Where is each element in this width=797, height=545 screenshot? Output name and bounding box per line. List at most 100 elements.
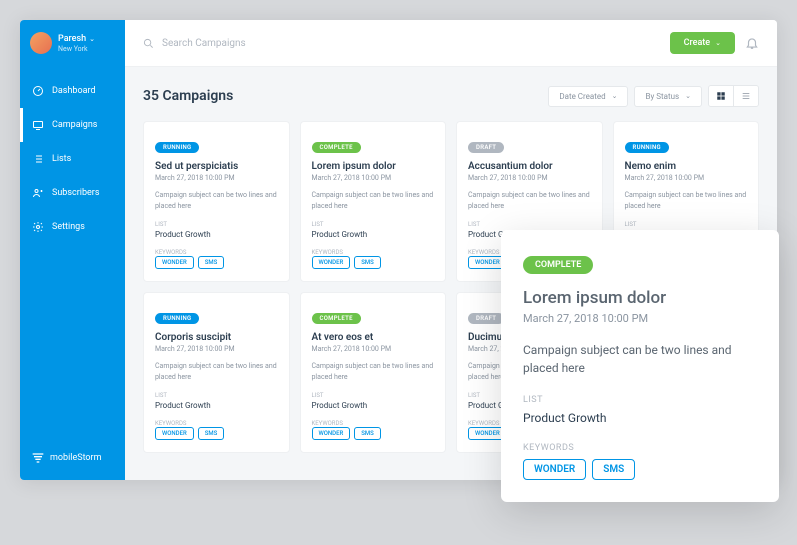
- list-value: Product Growth: [155, 230, 278, 239]
- filter-date[interactable]: Date Created ⌄: [548, 86, 628, 107]
- filter-status-label: By Status: [645, 92, 679, 101]
- keyword-tag[interactable]: SMS: [354, 427, 381, 440]
- detail-description: Campaign subject can be two lines and pl…: [523, 341, 757, 377]
- keyword-tag[interactable]: SMS: [198, 256, 225, 269]
- users-icon: [32, 187, 44, 199]
- tornado-icon: [30, 450, 46, 466]
- card-date: March 27, 2018 10:00 PM: [468, 174, 591, 182]
- card-title: Nemo enim: [625, 161, 748, 172]
- card-title: Corporis suscipit: [155, 332, 278, 343]
- profile-name: Paresh ⌄: [58, 34, 95, 44]
- card-date: March 27, 2018 10:00 PM: [312, 345, 435, 353]
- list-label: LIST: [312, 392, 435, 399]
- keyword-tag[interactable]: WONDER: [312, 256, 351, 269]
- gauge-icon: [32, 85, 44, 97]
- tags-row: WONDER SMS: [155, 256, 278, 269]
- list-label: LIST: [155, 392, 278, 399]
- nav-settings[interactable]: Settings: [20, 210, 125, 244]
- keyword-tag[interactable]: SMS: [592, 459, 635, 480]
- list-label: LIST: [625, 221, 748, 228]
- profile-info: Paresh ⌄ New York: [58, 34, 95, 53]
- chevron-down-icon: ⌄: [685, 92, 691, 100]
- card-description: Campaign subject can be two lines and pl…: [468, 190, 591, 211]
- keywords-label: KEYWORDS: [155, 249, 278, 256]
- keyword-tag[interactable]: WONDER: [312, 427, 351, 440]
- card-title: At vero eos et: [312, 332, 435, 343]
- search-icon: [143, 38, 154, 49]
- chevron-down-icon: ⌄: [715, 39, 721, 47]
- detail-list-label: LIST: [523, 395, 757, 405]
- detail-keywords-label: KEYWORDS: [523, 443, 757, 453]
- list-view-button[interactable]: [734, 86, 758, 106]
- card-date: March 27, 2018 10:00 PM: [155, 174, 278, 182]
- tags-row: WONDERSMS: [312, 427, 435, 440]
- nav-lists[interactable]: Lists: [20, 142, 125, 176]
- chevron-down-icon: ⌄: [612, 92, 618, 100]
- card-description: Campaign subject can be two lines and pl…: [312, 190, 435, 211]
- brand: mobileStorm: [20, 436, 125, 480]
- tags-row: WONDERSMS: [312, 256, 435, 269]
- card-date: March 27, 2018 10:00 PM: [155, 345, 278, 353]
- profile-name-text: Paresh: [58, 34, 86, 44]
- keyword-tag[interactable]: SMS: [198, 427, 225, 440]
- nav-campaigns[interactable]: Campaigns: [20, 108, 125, 142]
- topbar: Search Campaigns Create ⌄: [125, 20, 777, 67]
- create-button[interactable]: Create ⌄: [670, 32, 735, 54]
- sidebar: Paresh ⌄ New York Dashboard Campaigns Li…: [20, 20, 125, 480]
- filters: Date Created ⌄ By Status ⌄: [548, 85, 759, 107]
- card-description: Campaign subject can be two lines and pl…: [625, 190, 748, 211]
- view-toggle: [708, 85, 759, 107]
- campaign-card[interactable]: COMPLETE At vero eos et March 27, 2018 10:…: [300, 292, 447, 453]
- keyword-tag[interactable]: WONDER: [155, 256, 194, 269]
- profile[interactable]: Paresh ⌄ New York: [20, 20, 125, 66]
- list-label: LIST: [468, 221, 591, 228]
- search-input[interactable]: Search Campaigns: [143, 38, 660, 49]
- profile-location: New York: [58, 45, 95, 53]
- keywords-label: KEYWORDS: [155, 420, 278, 427]
- card-date: March 27, 2018 10:00 PM: [312, 174, 435, 182]
- card-date: March 27, 2018 10:00 PM: [625, 174, 748, 182]
- chevron-down-icon: ⌄: [89, 35, 95, 43]
- keyword-tag[interactable]: SMS: [354, 256, 381, 269]
- status-badge: RUNNING: [155, 142, 199, 153]
- search-placeholder: Search Campaigns: [162, 38, 246, 49]
- monitor-icon: [32, 119, 44, 131]
- list-value: Product Growth: [312, 230, 435, 239]
- nav-label: Campaigns: [52, 120, 97, 130]
- filter-date-label: Date Created: [559, 92, 605, 101]
- bell-icon[interactable]: [745, 36, 759, 50]
- list-value: Product Growth: [155, 401, 278, 410]
- create-label: Create: [684, 38, 710, 48]
- gear-icon: [32, 221, 44, 233]
- keywords-label: KEYWORDS: [312, 249, 435, 256]
- nav-subscribers[interactable]: Subscribers: [20, 176, 125, 210]
- status-badge: DRAFT: [468, 313, 504, 324]
- detail-panel: COMPLETE Lorem ipsum dolor March 27, 201…: [501, 230, 779, 502]
- detail-date: March 27, 2018 10:00 PM: [523, 312, 757, 325]
- nav-label: Dashboard: [52, 86, 96, 96]
- page-title: 35 Campaigns: [143, 88, 233, 104]
- detail-list-value: Product Growth: [523, 411, 757, 425]
- keywords-label: KEYWORDS: [312, 420, 435, 427]
- avatar: [30, 32, 52, 54]
- grid-view-button[interactable]: [709, 86, 734, 106]
- card-description: Campaign subject can be two lines and pl…: [312, 361, 435, 382]
- nav-label: Subscribers: [52, 188, 99, 198]
- campaign-card[interactable]: COMPLETELorem ipsum dolorMarch 27, 2018 …: [300, 121, 447, 282]
- content-header: 35 Campaigns Date Created ⌄ By Status ⌄: [143, 85, 759, 107]
- nav-label: Settings: [52, 222, 85, 232]
- list-icon: [32, 153, 44, 165]
- card-description: Campaign subject can be two lines and pl…: [155, 190, 278, 211]
- nav-dashboard[interactable]: Dashboard: [20, 74, 125, 108]
- status-badge: COMPLETE: [312, 142, 361, 153]
- campaign-card[interactable]: RUNNING Sed ut perspiciatis March 27, 2018…: [143, 121, 290, 282]
- detail-tags: WONDER SMS: [523, 459, 757, 480]
- keyword-tag[interactable]: WONDER: [155, 427, 194, 440]
- keyword-tag[interactable]: WONDER: [523, 459, 586, 480]
- campaign-card[interactable]: RUNNINGCorporis suscipitMarch 27, 2018 1…: [143, 292, 290, 453]
- card-title: Sed ut perspiciatis: [155, 161, 278, 172]
- nav-label: Lists: [52, 154, 71, 164]
- filter-status[interactable]: By Status ⌄: [634, 86, 702, 107]
- status-badge: RUNNING: [625, 142, 669, 153]
- status-badge: COMPLETE: [312, 313, 361, 324]
